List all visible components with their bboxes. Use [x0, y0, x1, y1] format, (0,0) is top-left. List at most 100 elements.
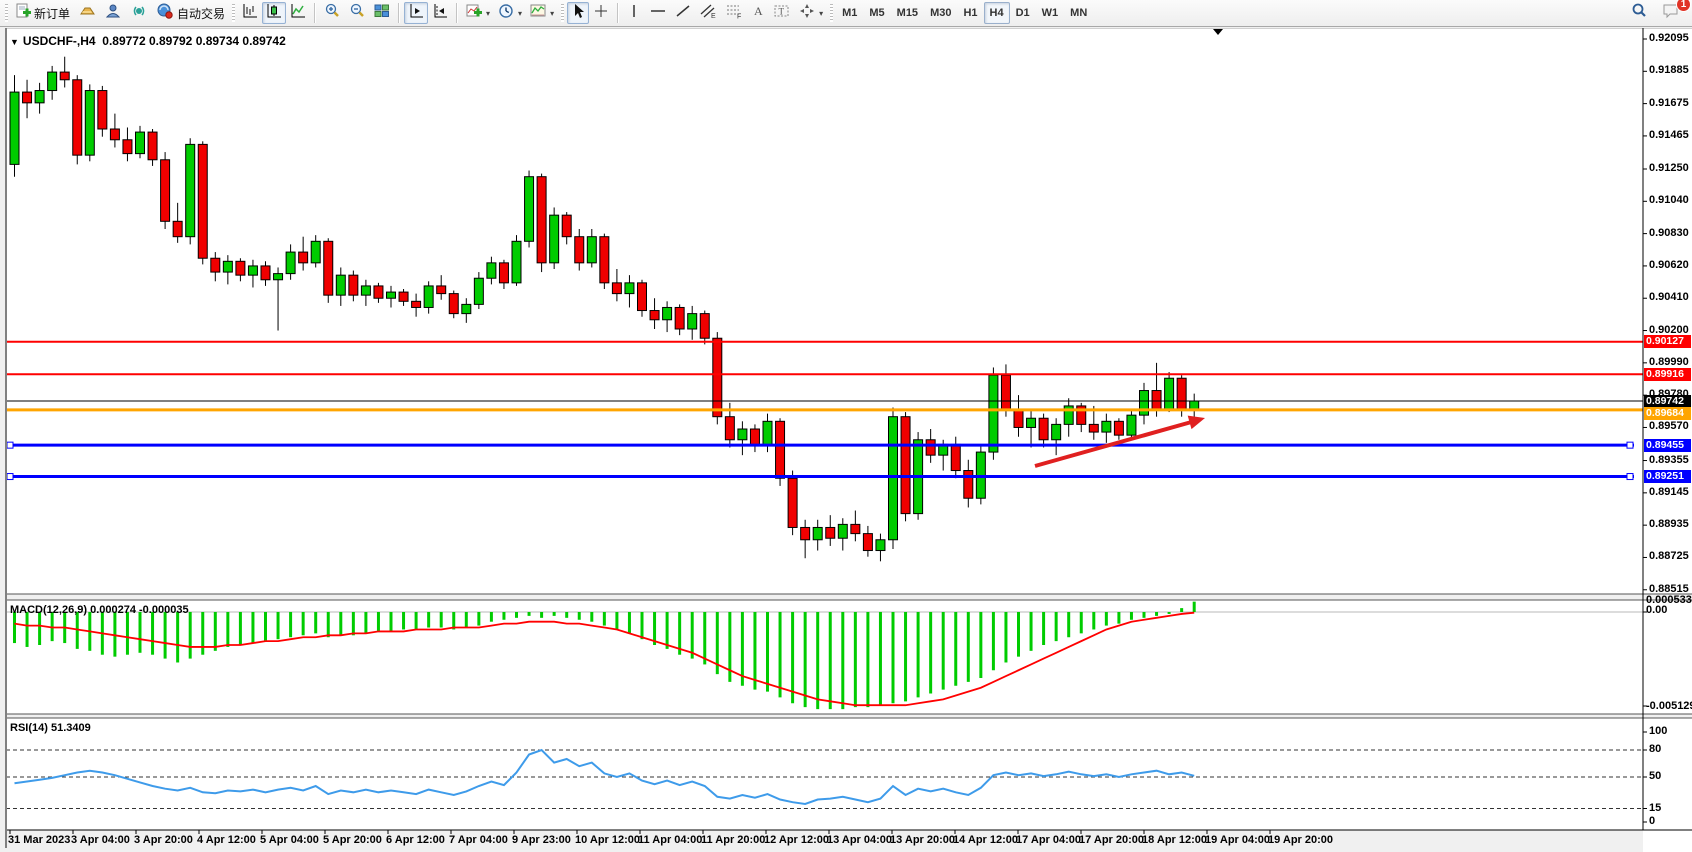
time-axis-label: 18 Apr 12:00 [1142, 834, 1207, 846]
templates-button[interactable]: ▾ [526, 2, 558, 24]
toolbar-drag-handle[interactable] [5, 4, 8, 22]
chart-canvas[interactable] [0, 28, 1692, 852]
time-axis-label: 9 Apr 23:00 [512, 834, 571, 846]
crosshair-button[interactable] [589, 2, 613, 24]
indicators-button[interactable]: ▾ [462, 2, 494, 24]
toolbar-separator [617, 3, 619, 23]
timeframe-button-mn[interactable]: MN [1064, 2, 1093, 24]
search-button[interactable] [1626, 2, 1652, 24]
text-label-icon: T [773, 3, 791, 24]
toolbar-drag-handle[interactable] [232, 4, 235, 22]
line-chart-icon [290, 3, 306, 24]
timeframe-button-m15[interactable]: M15 [891, 2, 924, 24]
time-axis-label: 3 Apr 20:00 [134, 834, 193, 846]
price-axis-label: 0.89355 [1649, 454, 1689, 466]
fibonacci-tool-button[interactable]: F [721, 2, 747, 24]
chart-shift-icon [432, 3, 448, 24]
time-axis-label: 5 Apr 20:00 [323, 834, 382, 846]
chart-shift-button[interactable] [428, 2, 452, 24]
svg-text:E: E [711, 13, 716, 19]
price-axis-label: 0.89570 [1649, 420, 1689, 432]
new-order-icon [15, 3, 31, 24]
tile-windows-icon [374, 3, 390, 24]
time-axis-label: 17 Apr 04:00 [1016, 834, 1081, 846]
price-axis-label: 0.90620 [1649, 259, 1689, 271]
signals-button[interactable] [126, 2, 152, 24]
mt4-terminal: 新订单 自动交易 [0, 0, 1692, 852]
chart-title: ▼USDCHF-,H4 0.89772 0.89792 0.89734 0.89… [10, 34, 286, 48]
time-axis-label: 19 Apr 20:00 [1268, 834, 1333, 846]
text-label-tool-button[interactable]: T [769, 2, 795, 24]
arrows-tool-button[interactable]: ▾ [795, 2, 827, 24]
horizontal-line-icon [649, 3, 667, 24]
timeframe-button-h1[interactable]: H1 [957, 2, 983, 24]
templates-icon [530, 3, 546, 24]
new-order-label: 新订单 [34, 5, 70, 22]
price-axis-label: 0.88725 [1649, 550, 1689, 562]
time-axis-label: 10 Apr 12:00 [575, 834, 640, 846]
timeframe-button-m1[interactable]: M1 [836, 2, 863, 24]
chevron-down-icon: ▾ [550, 9, 554, 18]
trendline-icon [675, 3, 691, 24]
time-axis-label: 17 Apr 20:00 [1079, 834, 1144, 846]
trendline-tool-button[interactable] [671, 2, 695, 24]
bar-chart-button[interactable] [238, 2, 262, 24]
profile-button[interactable] [100, 2, 126, 24]
autotrading-label: 自动交易 [177, 5, 225, 22]
chevron-down-icon: ▾ [518, 9, 522, 18]
toolbar-drag-handle[interactable] [561, 4, 564, 22]
time-axis-label: 13 Apr 04:00 [827, 834, 892, 846]
timeframe-button-w1[interactable]: W1 [1036, 2, 1065, 24]
timeframe-button-m30[interactable]: M30 [924, 2, 957, 24]
price-axis-label: 0.91040 [1649, 194, 1689, 206]
price-axis-label: 0.90830 [1649, 227, 1689, 239]
price-marker-0.89251: 0.89251 [1644, 470, 1691, 483]
clock-icon [498, 3, 514, 24]
chart-symbol-period: USDCHF-,H4 [23, 34, 96, 48]
price-axis-label: 0.91675 [1649, 97, 1689, 109]
tile-windows-button[interactable] [370, 2, 394, 24]
horizontal-line-tool-button[interactable] [645, 2, 671, 24]
price-marker-0.89684: 0.89684 [1644, 407, 1691, 420]
periods-button[interactable]: ▾ [494, 2, 526, 24]
vertical-line-icon [628, 3, 640, 24]
chevron-down-icon: ▾ [819, 9, 823, 18]
indicators-icon [466, 3, 482, 24]
timeframe-button-d1[interactable]: D1 [1010, 2, 1036, 24]
notifications-button[interactable]: 1 [1658, 2, 1684, 24]
market-watch-button[interactable] [74, 2, 100, 24]
autotrading-button[interactable]: 自动交易 [152, 2, 229, 24]
one-click-trading-arrow-icon[interactable]: ▼ [10, 37, 19, 47]
chevron-down-icon: ▾ [486, 9, 490, 18]
time-axis-label: 14 Apr 12:00 [953, 834, 1018, 846]
zoom-in-button[interactable] [320, 2, 345, 24]
new-order-button[interactable]: 新订单 [11, 2, 74, 24]
main-toolbar: 新订单 自动交易 [0, 0, 1692, 27]
arrows-tool-icon [799, 3, 815, 24]
zoom-out-icon [349, 3, 366, 24]
toolbar-drag-handle[interactable] [830, 4, 833, 22]
profile-icon [104, 3, 122, 24]
price-marker-0.89916: 0.89916 [1644, 368, 1691, 381]
market-watch-icon [78, 3, 96, 24]
cursor-button[interactable] [567, 2, 589, 24]
price-axis-label: 0.88515 [1649, 583, 1689, 595]
toolbar-separator [398, 3, 400, 23]
equidistant-channel-icon: E [699, 3, 717, 24]
timeframe-button-m5[interactable]: M5 [863, 2, 890, 24]
time-axis-label: 31 Mar 2023 [8, 834, 70, 846]
macd-axis-min-label: -0.005129 [1646, 700, 1692, 712]
time-axis-label: 3 Apr 04:00 [71, 834, 130, 846]
autotrading-icon [156, 3, 174, 24]
auto-scroll-button[interactable] [404, 2, 428, 24]
text-tool-button[interactable]: A [747, 2, 769, 24]
equidistant-channel-tool-button[interactable]: E [695, 2, 721, 24]
vertical-line-tool-button[interactable] [623, 2, 645, 24]
timeframe-button-h4[interactable]: H4 [984, 2, 1010, 24]
line-chart-button[interactable] [286, 2, 310, 24]
svg-text:A: A [754, 4, 763, 18]
zoom-out-button[interactable] [345, 2, 370, 24]
time-axis-label: 12 Apr 12:00 [764, 834, 829, 846]
rsi-axis-label: 80 [1649, 743, 1661, 755]
candlestick-chart-button[interactable] [262, 2, 286, 24]
